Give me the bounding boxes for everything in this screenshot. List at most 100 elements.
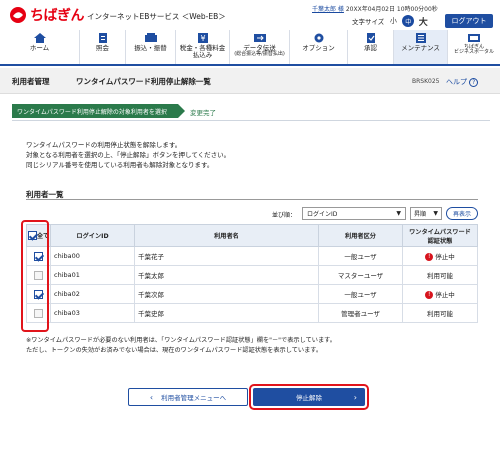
bank-logo: ちばぎん インターネットEBサービス ＜Web-EB＞ bbox=[8, 5, 226, 25]
login-id-cell: chiba03 bbox=[50, 303, 135, 323]
chevron-right-icon: › bbox=[353, 392, 357, 402]
page-title: ワンタイムパスワード利用停止解除一覧 bbox=[76, 77, 211, 86]
row-select-cell[interactable] bbox=[26, 246, 51, 266]
otp-status-cell: 利用可能 bbox=[402, 265, 478, 285]
transfer-icon bbox=[144, 33, 157, 42]
otp-status-cell: ! 停止中 bbox=[402, 284, 478, 304]
nav-item-label: 照会 bbox=[96, 44, 109, 52]
login-id-header: ログインID bbox=[50, 224, 135, 247]
instructions: ワンタイムパスワードの利用停止状態を解除します。 対象となる利用者を選択の上、「… bbox=[26, 140, 230, 170]
note: ※ワンタイムパスワードが必要のない利用者は、「ワンタイムパスワード認証状態」欄を… bbox=[26, 336, 336, 356]
instruction-line: 対象となる利用者を選択の上、「停止解除」ボタンを押してください。 bbox=[26, 151, 231, 159]
back-to-menu-button[interactable]: ‹ 利用者管理メニューへ bbox=[128, 388, 248, 406]
row-checkbox[interactable] bbox=[34, 251, 43, 261]
help-icon: ? bbox=[469, 78, 479, 87]
row-select-cell[interactable] bbox=[26, 303, 51, 323]
payment-icon: ¥ bbox=[197, 33, 208, 43]
nav-item-label: 振込・振替 bbox=[134, 44, 167, 52]
gear-icon bbox=[314, 33, 323, 43]
select-all-checkbox[interactable] bbox=[27, 231, 37, 241]
otp-status-value: 停止中 bbox=[435, 253, 455, 261]
home-icon bbox=[33, 33, 46, 43]
user-name-link[interactable]: 千葉太郎 様 bbox=[312, 6, 344, 13]
category-cell: 管理者ユーザ bbox=[318, 303, 403, 323]
nav-item-transfer[interactable]: 振込・振替 bbox=[126, 30, 176, 64]
nav-item-label: ホーム bbox=[29, 44, 50, 52]
section-divider bbox=[26, 199, 478, 200]
font-size-switcher: 文字サイズ 小 中 大 bbox=[352, 15, 429, 28]
nav-item-business-portal[interactable]: ちばぎん ビジネスポータル bbox=[448, 30, 500, 64]
user-name-cell: 千葉太郎 bbox=[134, 265, 319, 285]
nav-item-data-transmission[interactable]: データ伝送 (総合振込等/振替払出) bbox=[230, 30, 290, 64]
nav-item-approval[interactable]: 承認 bbox=[348, 30, 394, 64]
release-stop-button[interactable]: 停止解除 › bbox=[253, 388, 365, 406]
row-checkbox[interactable] bbox=[34, 289, 43, 299]
global-nav: ホーム 照会 振込・振替 ¥ 税金・各種料金 払込み データ伝送 (総合振込等/… bbox=[0, 30, 500, 66]
redisplay-button[interactable]: 再表示 bbox=[446, 207, 478, 220]
table-row: chiba01 千葉太郎 マスターユーザ 利用可能 bbox=[26, 265, 478, 285]
approval-icon bbox=[366, 33, 375, 43]
nav-item-label: 承認 bbox=[364, 44, 377, 52]
category-cell: マスターユーザ bbox=[318, 265, 403, 285]
step-arrow bbox=[178, 104, 185, 118]
nav-item-label: オプション bbox=[302, 44, 335, 52]
row-checkbox[interactable] bbox=[34, 308, 43, 318]
stop-icon: ! bbox=[425, 253, 434, 261]
sort-order-select[interactable]: 昇順 ▼ bbox=[410, 207, 442, 220]
bank-logo-mark bbox=[10, 7, 26, 23]
nav-item-option[interactable]: オプション bbox=[290, 30, 348, 64]
maintenance-icon bbox=[415, 33, 426, 43]
instruction-line: 同じシリアル番号を使用している利用者も解除対象となります。 bbox=[26, 161, 214, 169]
category-header: 利用者区分 bbox=[318, 224, 403, 247]
svg-text:¥: ¥ bbox=[200, 34, 205, 43]
otp-status-value: 停止中 bbox=[435, 291, 455, 299]
step-next: 変更完了 bbox=[190, 109, 216, 117]
sort-field-select[interactable]: ログインID ▼ bbox=[302, 207, 406, 220]
table-row: chiba00 千葉花子 一般ユーザ! 停止中 bbox=[26, 246, 478, 266]
chevron-left-icon: ‹ bbox=[149, 392, 154, 402]
sort-label: 並び順： bbox=[272, 212, 297, 219]
release-stop-label: 停止解除 bbox=[296, 394, 322, 402]
font-size-small-button[interactable]: 小 bbox=[387, 15, 399, 27]
nav-item-tax-payment[interactable]: ¥ 税金・各種料金 払込み bbox=[176, 30, 230, 64]
user-name-cell: 千葉花子 bbox=[134, 246, 319, 266]
font-size-label: 文字サイズ bbox=[352, 18, 385, 26]
otp-status-cell: ! 停止中 bbox=[402, 246, 478, 266]
otp-status-value: 利用可能 bbox=[427, 272, 453, 280]
bank-name: ちばぎん bbox=[30, 8, 85, 24]
row-select-cell[interactable] bbox=[26, 284, 51, 304]
data-transmission-icon bbox=[253, 34, 266, 42]
last-login: 20XX年04月02日 10時00分00秒 bbox=[345, 6, 438, 13]
row-select-cell[interactable] bbox=[26, 265, 51, 285]
otp-status-cell: 利用可能 bbox=[402, 303, 478, 323]
font-size-medium-button[interactable]: 中 bbox=[402, 15, 415, 27]
select-all-label: 全て bbox=[36, 232, 50, 240]
login-id-cell: chiba01 bbox=[50, 265, 135, 285]
logout-button[interactable]: ログアウト bbox=[445, 14, 493, 28]
help-label: ヘルプ bbox=[446, 78, 467, 86]
sort-field-value: ログインID bbox=[307, 211, 338, 218]
font-size-large-button[interactable]: 大 bbox=[417, 15, 429, 28]
nav-item-sublabel: ビジネスポータル bbox=[453, 49, 494, 56]
nav-item-inquiry[interactable]: 照会 bbox=[80, 30, 126, 64]
chevron-down-icon: ▼ bbox=[396, 210, 401, 217]
table-header-row: 全て ログインID 利用者名 利用者区分 ワンタイムパスワード 認証状態 bbox=[26, 224, 478, 247]
category-cell: 一般ユーザ bbox=[318, 246, 403, 266]
help-link[interactable]: ヘルプ ? bbox=[446, 77, 479, 87]
row-checkbox[interactable] bbox=[34, 270, 43, 280]
nav-item-maintenance[interactable]: メンテナンス bbox=[394, 30, 448, 64]
table-row: chiba02 千葉次郎 一般ユーザ! 停止中 bbox=[26, 284, 478, 304]
nav-item-home[interactable]: ホーム bbox=[0, 30, 80, 64]
instruction-line: ワンタイムパスワードの利用停止状態を解除します。 bbox=[26, 141, 182, 149]
select-all-header[interactable]: 全て bbox=[26, 224, 51, 247]
category-cell: 一般ユーザ bbox=[318, 284, 403, 304]
login-id-cell: chiba00 bbox=[50, 246, 135, 266]
service-name: インターネットEBサービス ＜Web-EB＞ bbox=[87, 12, 226, 21]
nav-item-label: メンテナンス bbox=[401, 44, 440, 52]
chevron-down-icon: ▼ bbox=[433, 210, 438, 217]
divider bbox=[12, 120, 490, 121]
user-name-cell: 千葉史郎 bbox=[134, 303, 319, 323]
user-info: 千葉太郎 様 20XX年04月02日 10時00分00秒 bbox=[312, 4, 438, 13]
logout-label: ログアウト bbox=[451, 17, 487, 25]
login-id-cell: chiba02 bbox=[50, 284, 135, 304]
